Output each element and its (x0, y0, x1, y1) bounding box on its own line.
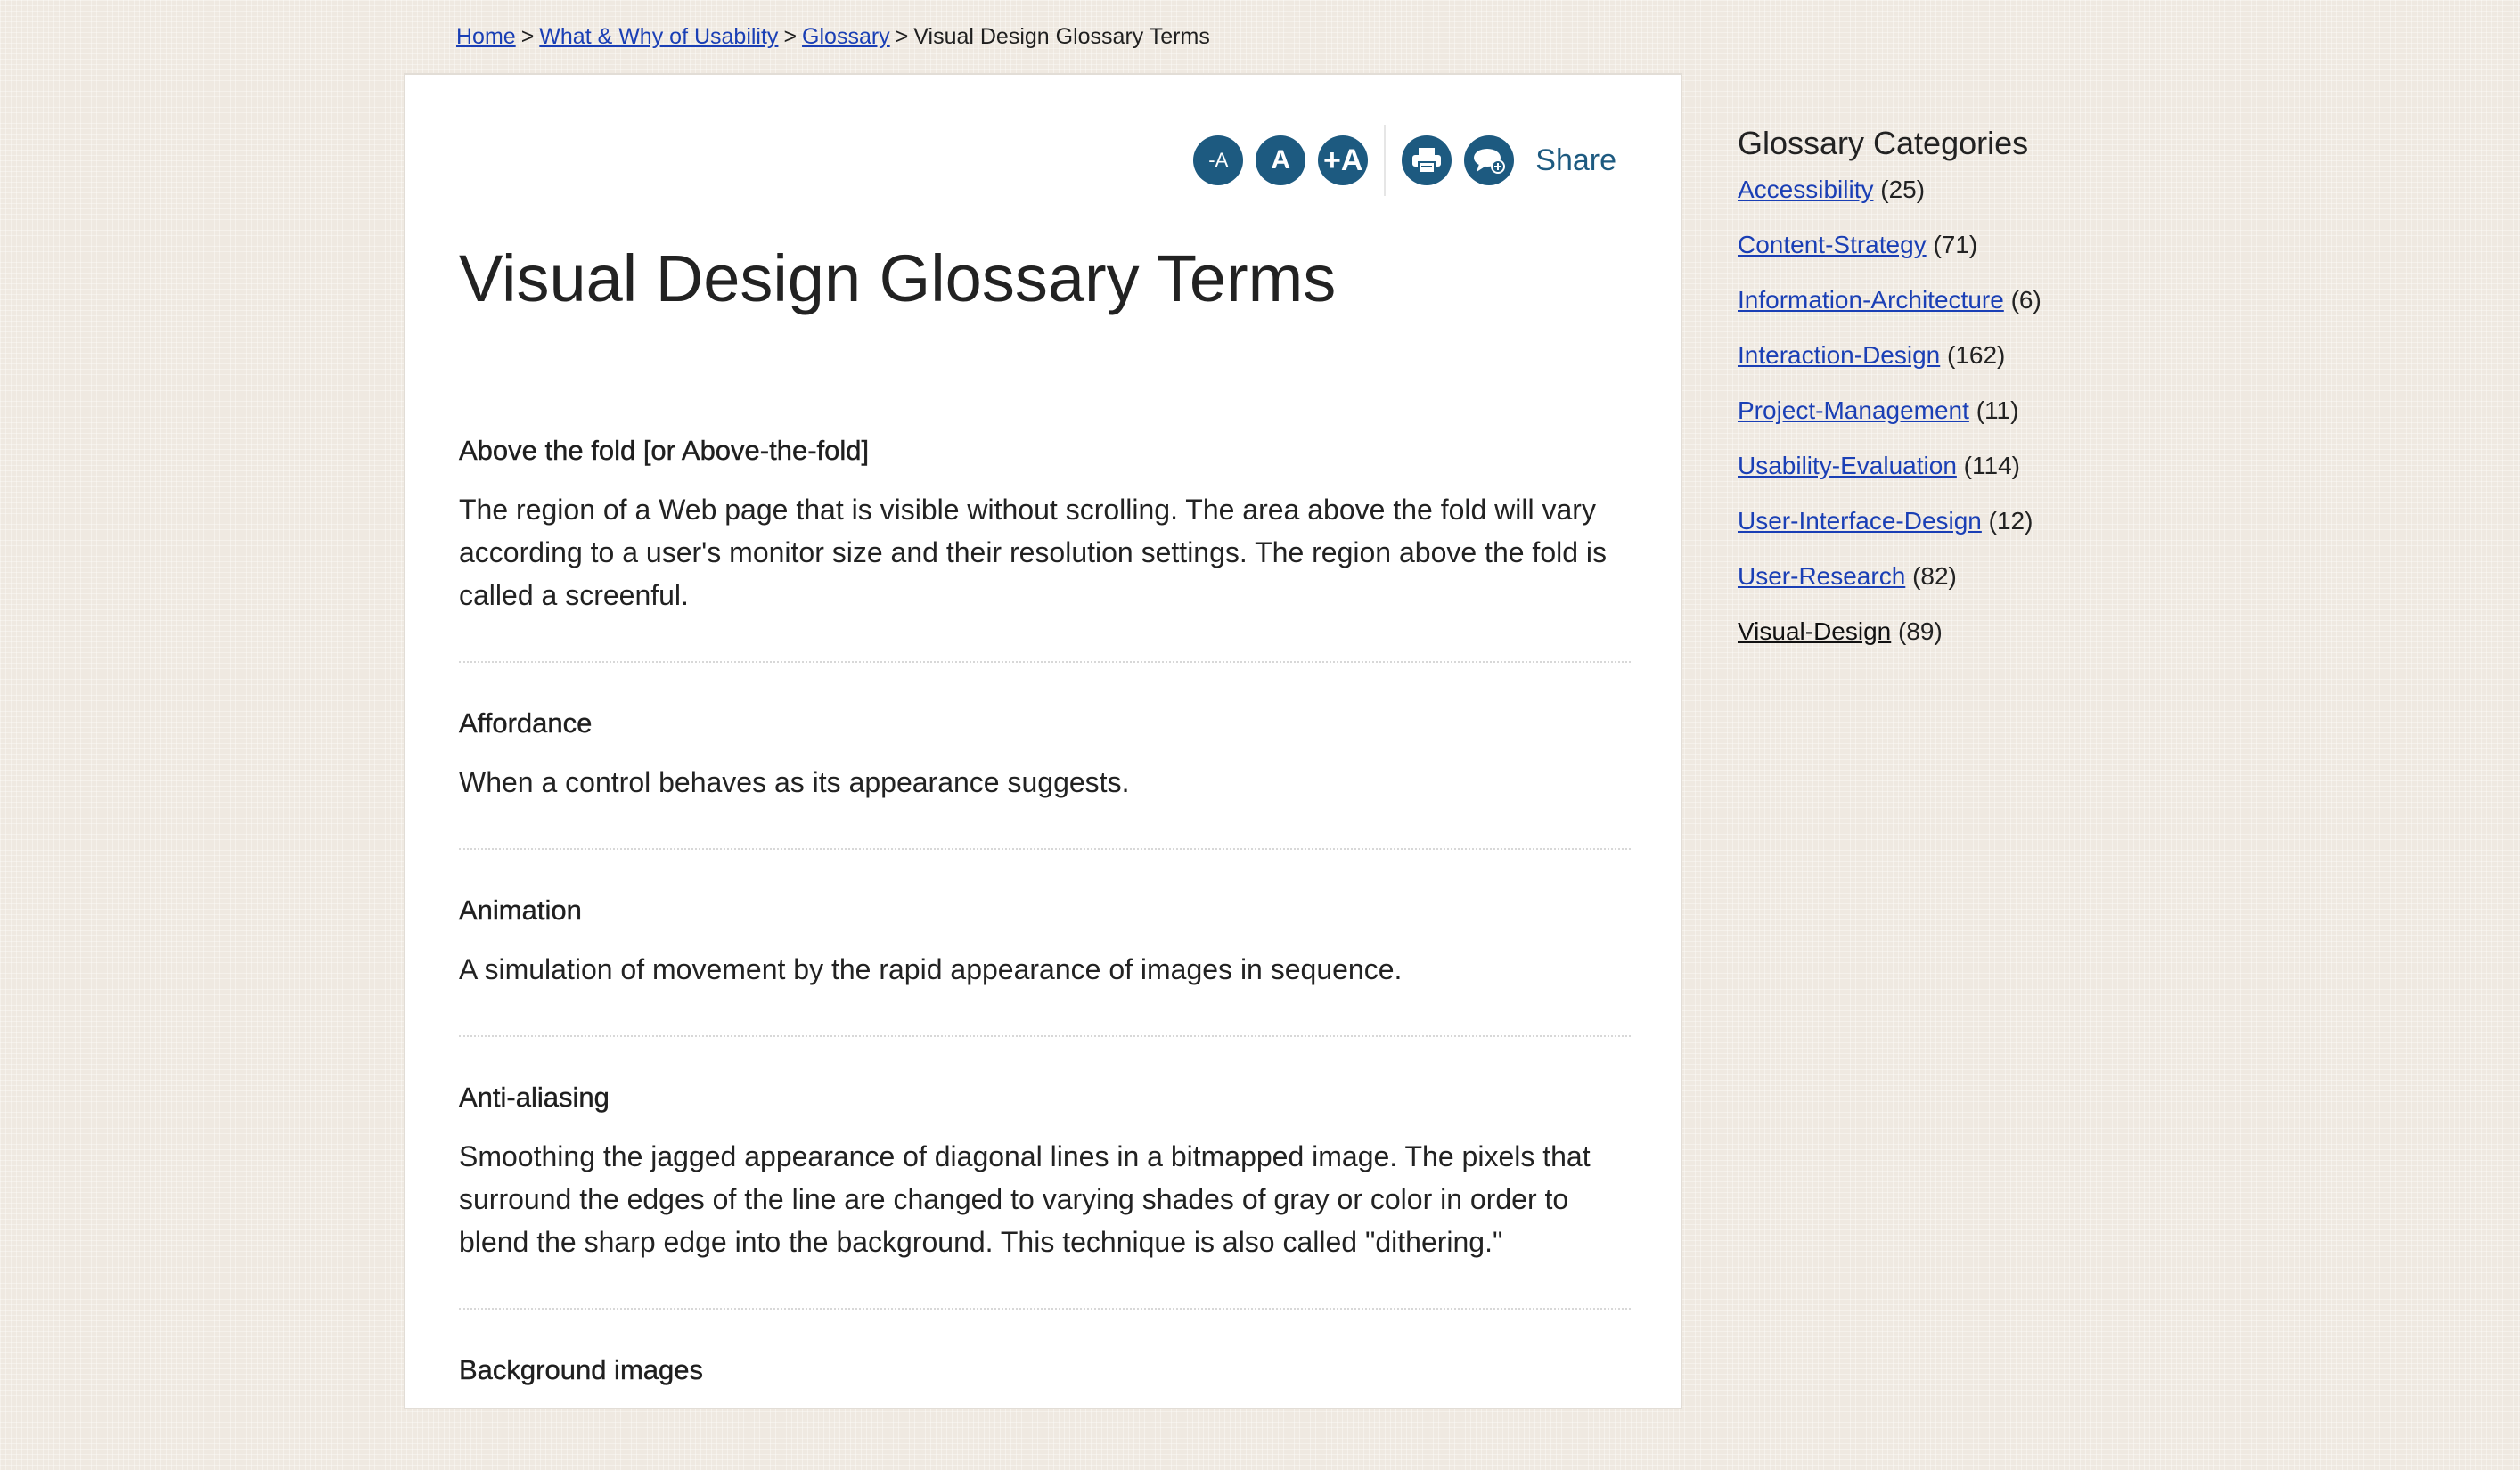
glossary-term: Anti-aliasing Smoothing the jagged appea… (459, 1082, 1631, 1310)
term-definition: A simulation of movement by the rapid ap… (459, 953, 1403, 985)
glossary-term: Affordance When a control behaves as its… (459, 707, 1631, 850)
decrease-font-label: -A (1208, 149, 1229, 171)
print-button[interactable] (1402, 135, 1452, 185)
category-count: (162) (1947, 341, 2006, 369)
page-title: Visual Design Glossary Terms (459, 241, 1337, 315)
increase-font-button[interactable]: +A (1318, 135, 1369, 185)
page-toolbar: -A A +A Share (1193, 125, 1616, 196)
category-link-current[interactable]: Visual-Design (1738, 617, 1891, 645)
category-item-content-strategy: Content-Strategy (71) (1738, 230, 2112, 285)
toolbar-divider (1384, 125, 1387, 196)
decrease-font-button[interactable]: -A (1193, 135, 1244, 185)
category-count: (12) (1988, 507, 2033, 535)
category-item-interaction-design: Interaction-Design (162) (1738, 340, 2112, 396)
breadcrumb-current: Visual Design Glossary Terms (913, 24, 1210, 49)
term-title: Animation (459, 894, 582, 926)
comment-button[interactable] (1464, 135, 1515, 185)
category-list: Accessibility (25) Content-Strategy (71)… (1738, 175, 2112, 672)
category-count: (71) (1933, 231, 1978, 258)
category-count: (114) (1963, 452, 2020, 479)
category-link[interactable]: Interaction-Design (1738, 341, 1940, 369)
category-count: (89) (1898, 617, 1943, 645)
category-item-usability-evaluation: Usability-Evaluation (114) (1738, 451, 2112, 506)
sidebar-title: Glossary Categories (1738, 125, 2029, 161)
category-link[interactable]: Information-Architecture (1738, 286, 2004, 314)
breadcrumb-separator: > (520, 24, 535, 49)
category-item-project-management: Project-Management (11) (1738, 396, 2112, 451)
category-link[interactable]: User-Research (1738, 562, 1905, 590)
breadcrumb-link-what-why[interactable]: What & Why of Usability (539, 24, 778, 49)
glossary-term: Above the fold [or Above-the-fold] The r… (459, 435, 1631, 663)
category-item-user-research: User-Research (82) (1738, 561, 2112, 617)
term-title: Affordance (459, 707, 593, 739)
category-link[interactable]: Content-Strategy (1738, 231, 1927, 258)
category-item-user-interface-design: User-Interface-Design (12) (1738, 506, 2112, 561)
breadcrumb-link-home[interactable]: Home (456, 24, 516, 49)
term-definition: Smoothing the jagged appearance of diago… (459, 1140, 1591, 1258)
breadcrumb-separator: > (895, 24, 909, 49)
main-content-panel: -A A +A Share Visual Design Glossary Ter… (404, 73, 1682, 1409)
normal-font-button[interactable]: A (1256, 135, 1306, 185)
glossary-term: Animation A simulation of movement by th… (459, 894, 1631, 1037)
glossary-term: Background images (459, 1354, 1631, 1425)
category-link[interactable]: Accessibility (1738, 176, 1873, 203)
term-title: Above the fold [or Above-the-fold] (459, 435, 870, 466)
category-item-accessibility: Accessibility (25) (1738, 175, 2112, 230)
term-definition: The region of a Web page that is visible… (459, 494, 1608, 611)
category-link[interactable]: User-Interface-Design (1738, 507, 1982, 535)
category-count: (82) (1912, 562, 1957, 590)
category-link[interactable]: Project-Management (1738, 396, 1969, 424)
category-count: (11) (1976, 396, 2019, 424)
glossary-categories-sidebar: Glossary Categories Accessibility (25) C… (1738, 125, 2112, 672)
term-title: Anti-aliasing (459, 1082, 610, 1113)
category-count: (25) (1880, 176, 1926, 203)
glossary-term-list: Above the fold [or Above-the-fold] The r… (459, 417, 1631, 1470)
term-definition: When a control behaves as its appearance… (459, 766, 1130, 798)
breadcrumb-link-glossary[interactable]: Glossary (802, 24, 890, 49)
increase-font-label: +A (1323, 143, 1363, 177)
category-item-information-architecture: Information-Architecture (6) (1738, 285, 2112, 340)
share-button[interactable]: Share (1535, 143, 1616, 178)
breadcrumb: Home > What & Why of Usability > Glossary > Vi… (456, 21, 1210, 52)
comment-icon (1474, 149, 1506, 174)
normal-font-label: A (1271, 145, 1291, 175)
category-link[interactable]: Usability-Evaluation (1738, 452, 1957, 479)
category-count: (6) (2010, 286, 2041, 314)
print-icon (1412, 148, 1442, 174)
category-item-visual-design: Visual-Design (89) (1738, 617, 2112, 672)
breadcrumb-separator: > (783, 24, 798, 49)
term-title: Background images (459, 1354, 703, 1385)
